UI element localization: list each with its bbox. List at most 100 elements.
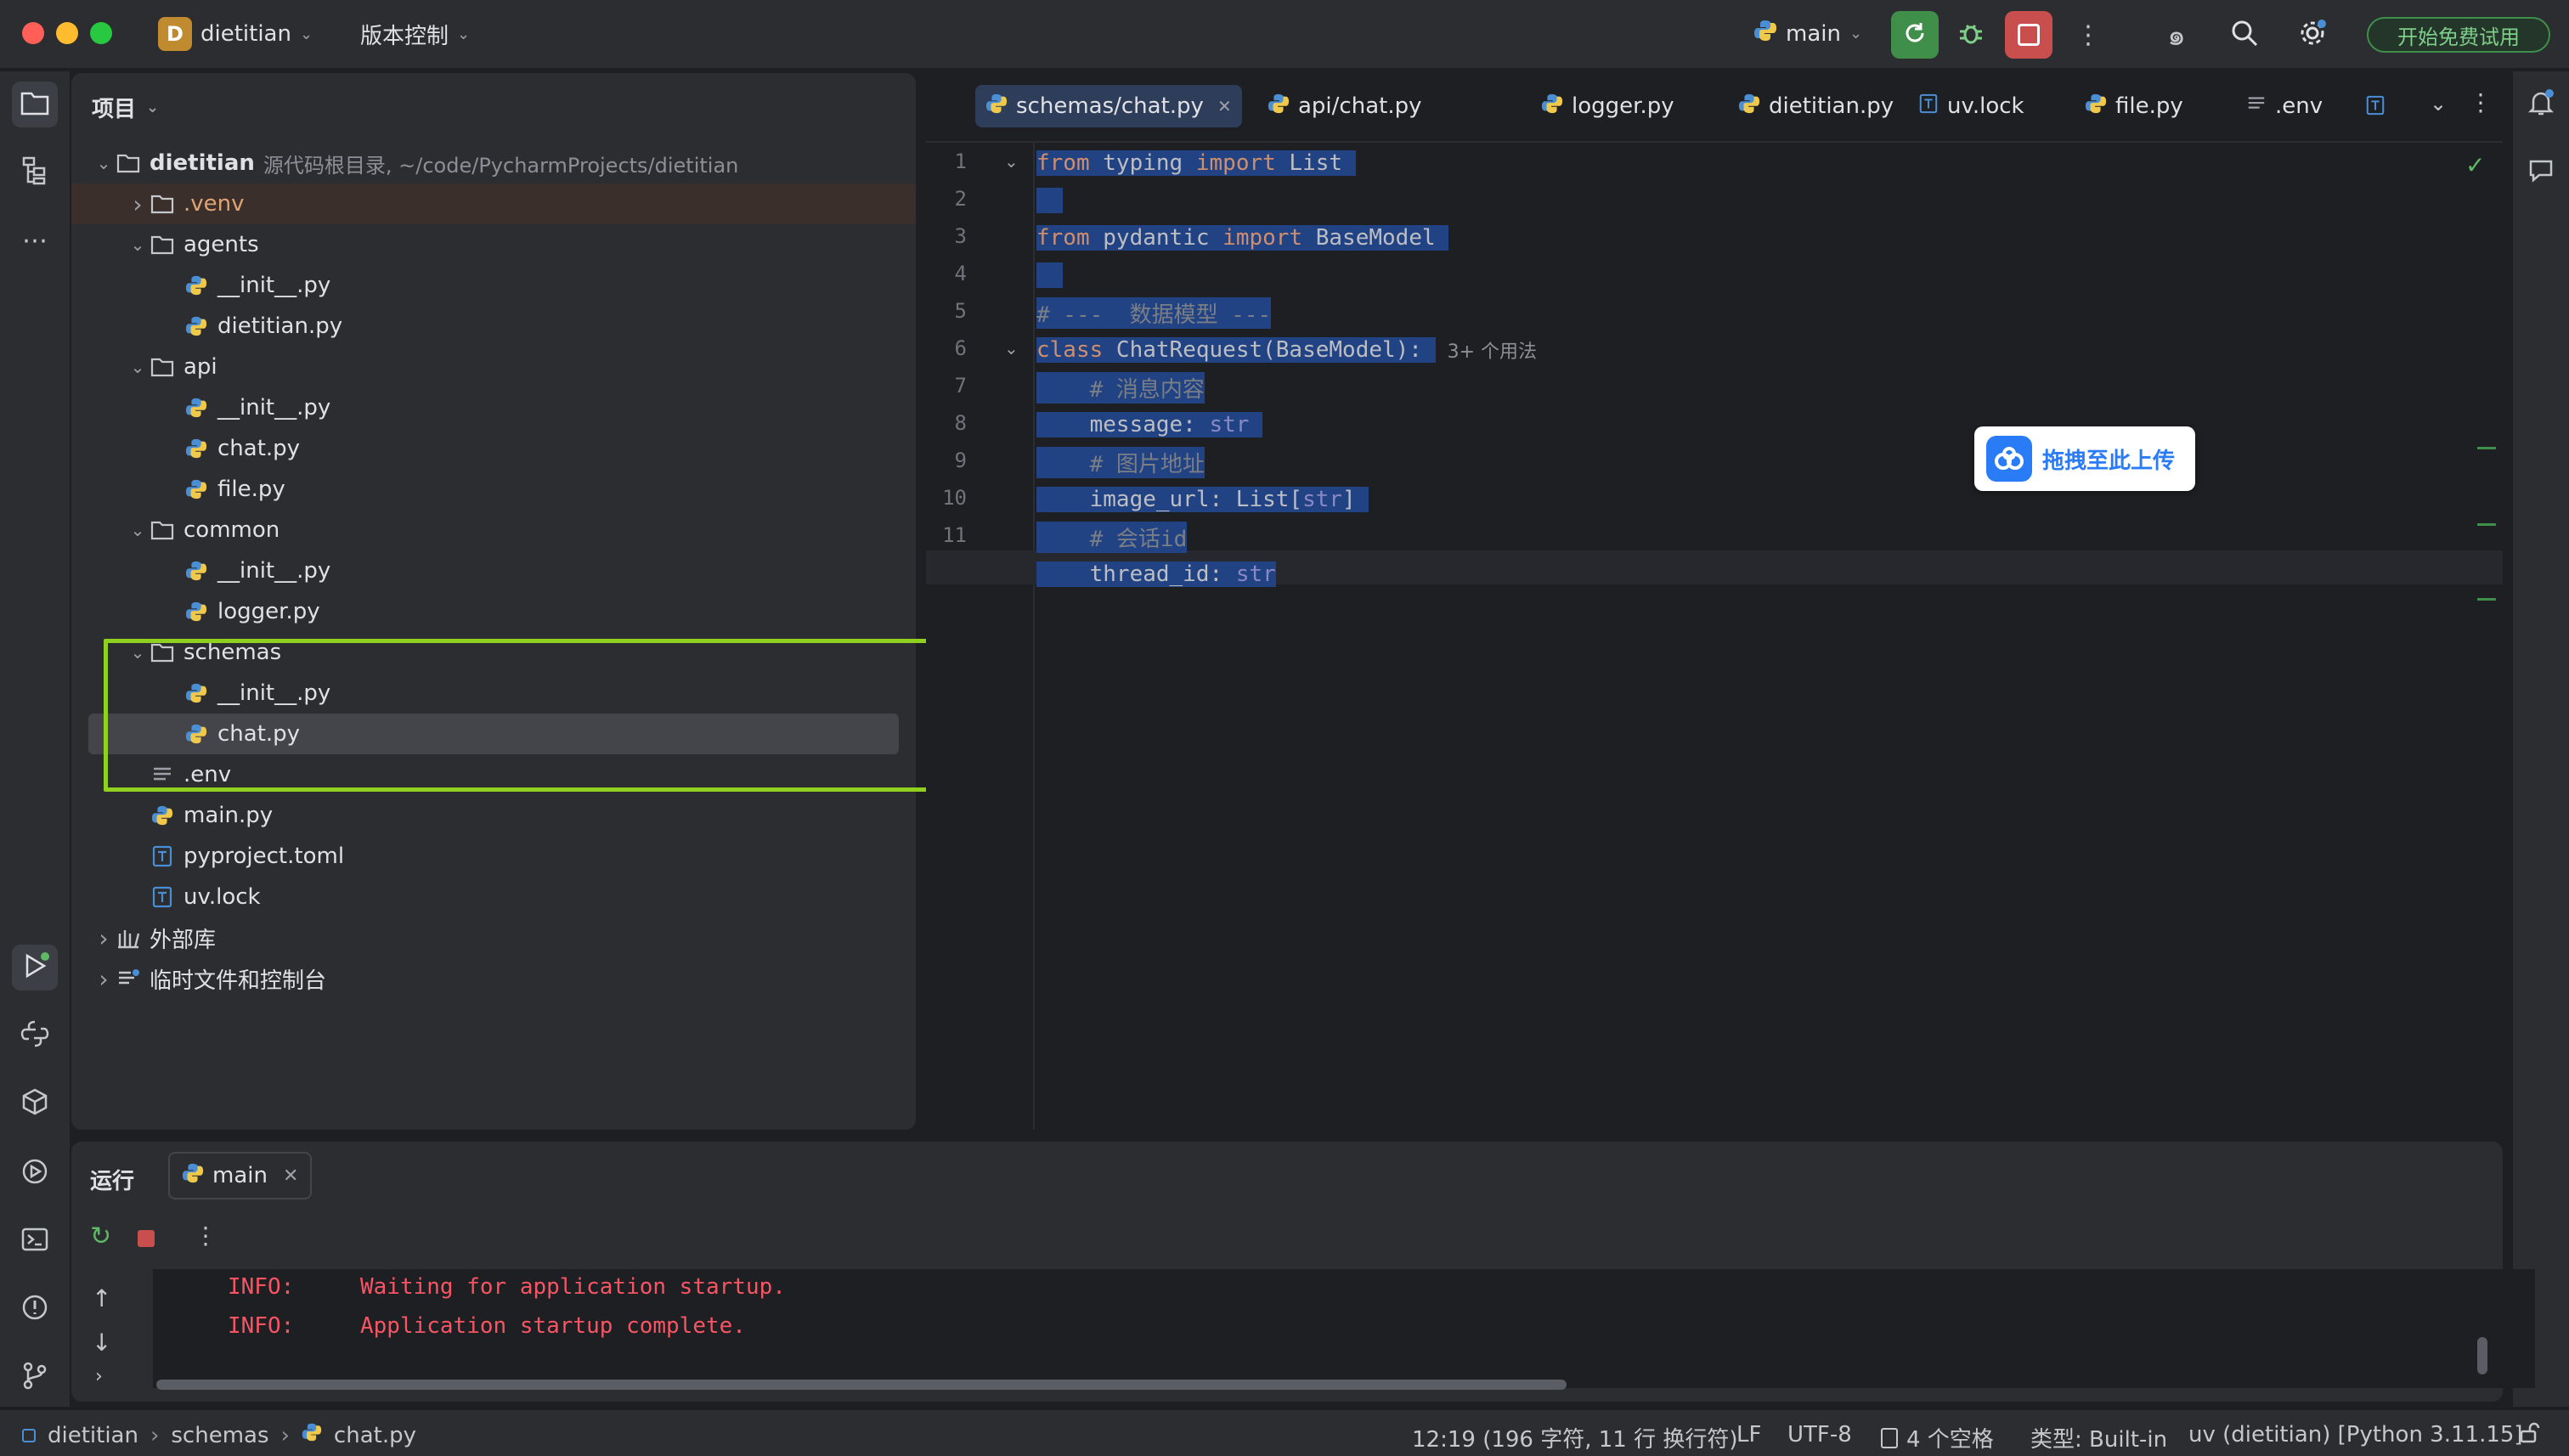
chevron-down-icon[interactable]: ⌄: [126, 234, 150, 255]
git-button[interactable]: [12, 1354, 58, 1400]
debug-button[interactable]: [1947, 11, 1995, 59]
tree-item[interactable]: .env: [71, 754, 916, 795]
horizontal-scrollbar[interactable]: [156, 1380, 1567, 1390]
close-window-button[interactable]: [22, 22, 44, 44]
tree-item[interactable]: ⌄ agents: [71, 224, 916, 265]
settings-button[interactable]: [2289, 11, 2336, 59]
more-actions-button[interactable]: ⋮: [2064, 11, 2112, 59]
tab-more-button[interactable]: ⋮: [2469, 88, 2493, 116]
tree-item[interactable]: ⌄ schemas: [71, 632, 916, 673]
minimize-window-button[interactable]: [56, 22, 78, 44]
tree-item-label: pyproject.toml: [184, 844, 345, 869]
editor-tab[interactable]: file.py: [2075, 85, 2194, 127]
packages-button[interactable]: [12, 1081, 58, 1126]
tree-item[interactable]: uv.lock: [71, 877, 916, 917]
chevron-down-icon[interactable]: ⌄: [126, 520, 150, 540]
chevron-down-icon[interactable]: ⌄: [126, 642, 150, 663]
project-panel-header[interactable]: 项目 ⌄: [92, 92, 159, 123]
upload-badge[interactable]: 拖拽至此上传: [1974, 426, 2195, 491]
editor-tab[interactable]: uv.lock: [1908, 85, 2035, 127]
tree-item[interactable]: ⌄ common: [71, 510, 916, 550]
code-line-7: # 消息内容: [1036, 370, 1205, 404]
editor-tab[interactable]: schemas/chat.py ✕: [975, 85, 1242, 127]
tree-item[interactable]: › 临时文件和控制台: [71, 958, 916, 999]
tab-overflow-button[interactable]: ⌄: [2430, 92, 2447, 116]
tree-item[interactable]: __init__.py: [71, 550, 916, 591]
tree-item[interactable]: › 外部库: [71, 917, 916, 958]
ai-assistant-button[interactable]: ๑: [2153, 11, 2200, 59]
fold-icon[interactable]: ⌄: [1004, 151, 1019, 172]
vcs-menu[interactable]: 版本控制 ⌄: [360, 19, 470, 50]
chevron-down-icon[interactable]: ⌄: [92, 153, 116, 173]
caret-position[interactable]: 12:19 (196 字符, 11 行 换行符): [1412, 1422, 1738, 1453]
breadcrumb-item[interactable]: chat.py: [334, 1423, 416, 1448]
search-button[interactable]: [2221, 11, 2268, 59]
close-icon[interactable]: ✕: [1217, 96, 1232, 116]
tree-item[interactable]: ⌄ dietitian 源代码根目录, ~/code/PycharmProjects…: [71, 143, 916, 183]
terminal-button[interactable]: [12, 1218, 58, 1264]
expand-icon[interactable]: ›: [95, 1366, 103, 1387]
scroll-up-icon[interactable]: ↑: [92, 1284, 111, 1312]
tree-item[interactable]: __init__.py: [71, 387, 916, 428]
tree-item[interactable]: chat.py: [71, 428, 916, 469]
indent-setting[interactable]: 4 个空格: [1881, 1422, 1994, 1453]
structure-tool-button[interactable]: [12, 150, 58, 195]
editor-tab[interactable]: dietitian.py: [1728, 85, 1904, 127]
run-tab-main[interactable]: main ✕: [168, 1152, 313, 1199]
tree-item[interactable]: ⌄ api: [71, 347, 916, 387]
lock-icon[interactable]: [2518, 1422, 2540, 1450]
breadcrumb-item[interactable]: schemas: [171, 1423, 268, 1448]
chevron-right-icon[interactable]: ›: [92, 965, 116, 993]
services-button[interactable]: [12, 1150, 58, 1196]
tree-item-label: dietitian: [150, 150, 255, 176]
scroll-down-icon[interactable]: ↓: [92, 1329, 111, 1357]
project-switcher[interactable]: D dietitian ⌄: [158, 17, 313, 51]
project-tool-button[interactable]: [12, 82, 58, 127]
fold-icon[interactable]: ⌄: [1004, 338, 1019, 358]
problems-button[interactable]: [12, 1286, 58, 1332]
stop-button[interactable]: [2005, 11, 2052, 59]
usages-hint[interactable]: 3+ 个用法: [1448, 336, 1537, 364]
file-type[interactable]: 类型: Built-in: [2030, 1422, 2167, 1453]
editor-tab[interactable]: logger.py: [1531, 85, 1685, 127]
notifications-button[interactable]: [2518, 82, 2564, 127]
more-vertical-icon[interactable]: ⋮: [194, 1222, 217, 1250]
chevron-right-icon[interactable]: ›: [92, 924, 116, 952]
console-output[interactable]: INFO: Waiting for application startup. INF…: [153, 1269, 2535, 1390]
stop-icon[interactable]: [138, 1230, 155, 1247]
tree-item[interactable]: logger.py: [71, 591, 916, 632]
folder-icon: [150, 640, 175, 665]
interpreter[interactable]: uv (dietitian) [Python 3.11.15]: [2188, 1422, 2523, 1448]
run-tool-button[interactable]: [12, 945, 58, 990]
rerun-button[interactable]: [1891, 11, 1939, 59]
close-icon[interactable]: ✕: [283, 1165, 298, 1187]
more-tools-button[interactable]: ⋯: [12, 217, 58, 263]
vertical-scrollbar[interactable]: [2477, 1337, 2487, 1374]
rerun-icon[interactable]: ↻: [90, 1222, 111, 1251]
zoom-window-button[interactable]: [90, 22, 112, 44]
python-file-icon: [1541, 93, 1563, 121]
editor-tab[interactable]: .env: [2236, 85, 2333, 127]
line-separator[interactable]: LF: [1736, 1422, 1761, 1448]
file-encoding[interactable]: UTF-8: [1787, 1422, 1852, 1448]
tree-item[interactable]: pyproject.toml: [71, 836, 916, 877]
ai-chat-button[interactable]: [2518, 150, 2564, 195]
tree-item[interactable]: main.py: [71, 795, 916, 836]
project-badge: D: [158, 17, 192, 51]
chevron-right-icon[interactable]: ›: [126, 190, 150, 218]
free-trial-button[interactable]: 开始免费试用: [2367, 17, 2550, 53]
tree-item[interactable]: chat.py: [88, 714, 899, 754]
tree-item[interactable]: __init__.py: [71, 673, 916, 714]
breadcrumb-item[interactable]: dietitian: [48, 1423, 138, 1448]
toml-file-icon[interactable]: [2365, 95, 2386, 119]
tree-item[interactable]: › .venv: [71, 183, 916, 224]
run-config-selector[interactable]: main ⌄: [1753, 19, 1862, 48]
tree-item[interactable]: __init__.py: [71, 265, 916, 306]
tree-item[interactable]: file.py: [71, 469, 916, 510]
chevron-down-icon[interactable]: ⌄: [126, 357, 150, 377]
tree-item[interactable]: dietitian.py: [71, 306, 916, 347]
tree-item-label: dietitian.py: [217, 313, 343, 339]
log-level: INFO:: [228, 1313, 295, 1339]
editor-tab[interactable]: api/chat.py: [1257, 85, 1431, 127]
python-packages-button[interactable]: [12, 1013, 58, 1058]
